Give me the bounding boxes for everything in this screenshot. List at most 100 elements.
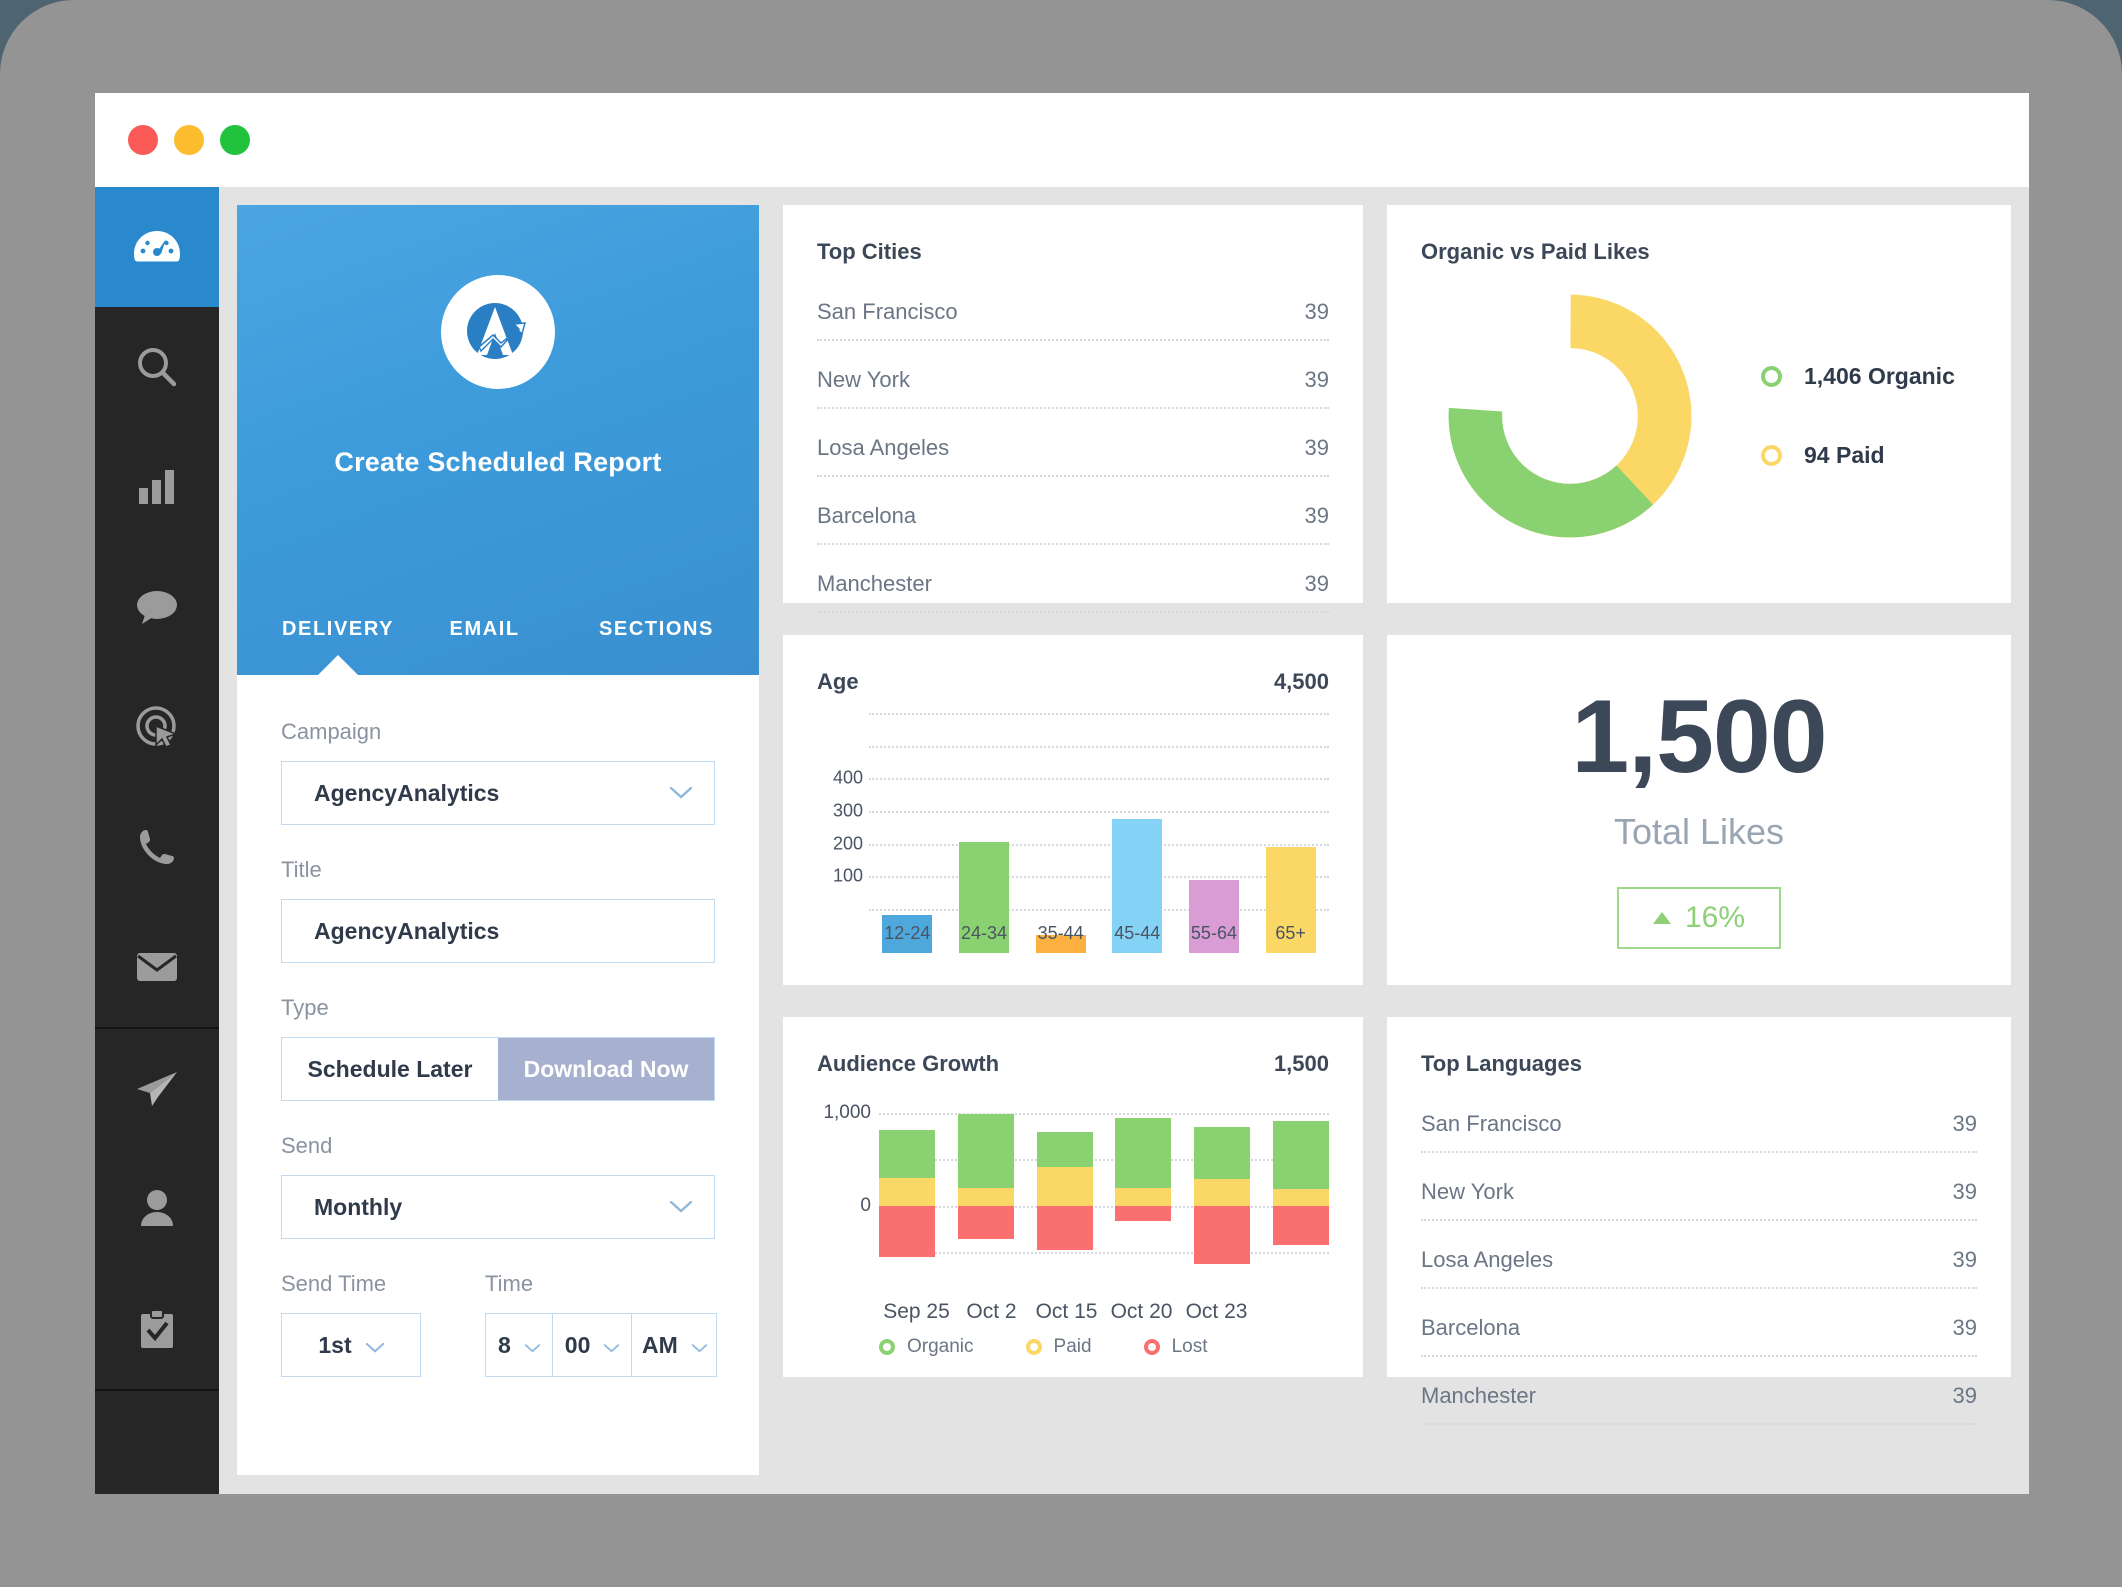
list-item: Barcelona 39 — [817, 503, 1329, 545]
sidebar-item-messages[interactable] — [95, 547, 219, 667]
legend-label: Paid — [1053, 1336, 1092, 1357]
x-axis-tick: Oct 2 — [966, 1300, 1017, 1323]
period-select[interactable]: AM — [631, 1313, 718, 1377]
list-item: San Francisco 39 — [817, 299, 1329, 341]
dashboard-content: Create Scheduled Report DELIVERY EMAIL S… — [219, 187, 2029, 1494]
top-languages-list: San Francisco 39 New York 39 Losa Angeles 39 B… — [1421, 1111, 1977, 1425]
screen-root: Create Scheduled Report DELIVERY EMAIL S… — [0, 0, 2122, 1587]
stacked-bar-series — [879, 1095, 1329, 1270]
sidebar-item-dashboard[interactable] — [95, 187, 219, 307]
agencyanalytics-logo-icon — [467, 303, 527, 359]
sidebar-item-calls[interactable] — [95, 787, 219, 907]
sidebar-item-analytics[interactable] — [95, 427, 219, 547]
sidebar-divider-2 — [95, 1389, 219, 1391]
x-axis-tick: 45-44 — [1114, 923, 1161, 943]
title-field-group: Title AgencyAnalytics — [281, 857, 715, 963]
x-axis-tick: Oct 20 — [1110, 1300, 1173, 1323]
send-time-label: Send Time — [281, 1271, 387, 1296]
tab-email[interactable]: EMAIL — [450, 618, 599, 641]
x-axis-tick: 24-34 — [960, 923, 1007, 943]
title-input[interactable]: AgencyAnalytics — [281, 899, 715, 963]
period-value: AM — [642, 1331, 678, 1358]
x-axis-tick — [1254, 1300, 1329, 1324]
legend-item: Organic — [879, 1336, 974, 1358]
list-item: Manchester 39 — [1421, 1383, 1977, 1425]
campaign-select[interactable]: AgencyAnalytics — [281, 761, 715, 825]
title-label: Title — [281, 857, 322, 882]
organic-legend-label: 1,406 Organic — [1804, 363, 1955, 389]
list-item-label: San Francisco — [817, 299, 958, 324]
active-tab-indicator — [317, 655, 359, 676]
report-tabs: DELIVERY EMAIL SECTIONS — [237, 618, 759, 675]
x-axis-tick: 65+ — [1275, 923, 1306, 943]
agencyanalytics-logo — [441, 275, 555, 389]
left-sidebar — [95, 187, 219, 1494]
sidebar-item-profile[interactable] — [95, 1149, 219, 1269]
audience-growth-card: Audience Growth 1,500 1,000 0 Sep 25 Oct 2 O… — [783, 1017, 1363, 1377]
minimize-window-button[interactable] — [174, 125, 204, 155]
chevron-down-icon — [670, 787, 692, 799]
stack-segment-lost — [1272, 1205, 1329, 1246]
send-label: Send — [281, 1133, 333, 1158]
campaign-field-group: Campaign AgencyAnalytics — [281, 719, 715, 825]
stack-segment-lost — [1036, 1205, 1093, 1250]
list-item-value: 39 — [1952, 1315, 1977, 1340]
send-frequency-select[interactable]: Monthly — [281, 1175, 715, 1239]
chevron-down-icon — [365, 1332, 384, 1359]
schedule-later-button[interactable]: Schedule Later — [282, 1038, 498, 1100]
send-day-select[interactable]: 1st — [281, 1313, 421, 1377]
x-axis-tick: 35-44 — [1037, 923, 1084, 943]
list-item-label: San Francisco — [1421, 1111, 1562, 1136]
y-axis-tick: 100 — [832, 865, 863, 886]
campaign-label: Campaign — [281, 719, 382, 744]
x-axis-tick: 55-64 — [1190, 923, 1237, 943]
sidebar-item-email[interactable] — [95, 907, 219, 1027]
top-cities-list: San Francisco 39 New York 39 Losa Angeles 39 B… — [817, 299, 1329, 613]
minute-select[interactable]: 00 — [551, 1313, 632, 1377]
sidebar-item-tasks[interactable] — [95, 1269, 219, 1389]
sidebar-item-search[interactable] — [95, 307, 219, 427]
middle-column: Top Cities San Francisco 39 New York 39 Losa… — [783, 205, 1363, 1494]
list-item: New York 39 — [817, 367, 1329, 409]
x-axis-tick: Sep 25 — [883, 1300, 950, 1323]
stack-segment-lost — [1115, 1205, 1172, 1222]
age-chart-title: Age — [817, 669, 859, 694]
list-item-label: Manchester — [817, 571, 932, 596]
hour-value: 8 — [498, 1331, 511, 1358]
time-label: Time — [485, 1271, 534, 1296]
total-likes-card: 1,500 Total Likes 16% — [1387, 635, 2011, 985]
stack-segment-organic — [1115, 1118, 1172, 1189]
audience-growth-head: Audience Growth 1,500 — [817, 1051, 1329, 1077]
audience-growth-chart: 1,000 0 Sep 25 Oct 2 Oct 15 Oct 20 Oct 23 — [817, 1095, 1329, 1323]
stacked-bar — [879, 1095, 935, 1270]
stack-segment-organic — [1194, 1127, 1251, 1179]
stacked-bar — [1194, 1095, 1251, 1270]
tab-delivery[interactable]: DELIVERY — [282, 618, 450, 641]
app-body: Create Scheduled Report DELIVERY EMAIL S… — [95, 187, 2029, 1494]
minute-value: 00 — [564, 1331, 591, 1358]
send-time-group: Send Time 1st — [281, 1271, 421, 1377]
y-axis-tick: 0 — [860, 1194, 871, 1216]
stack-segment-organic — [957, 1114, 1014, 1188]
stacked-bar — [1115, 1095, 1172, 1270]
close-window-button[interactable] — [128, 125, 158, 155]
organic-vs-paid-title: Organic vs Paid Likes — [1421, 239, 1650, 264]
paid-color-ring-icon — [1761, 445, 1782, 466]
sidebar-item-campaigns[interactable] — [95, 667, 219, 787]
legend-label: Lost — [1171, 1336, 1208, 1357]
stack-segment-paid — [1036, 1166, 1093, 1206]
y-axis-tick: 1,000 — [823, 1102, 871, 1124]
time-group: Time 8 00 AM — [485, 1271, 718, 1377]
hour-select[interactable]: 8 — [485, 1313, 552, 1377]
target-click-icon — [136, 706, 178, 748]
type-toggle: Schedule Later Download Now — [281, 1037, 715, 1101]
audience-growth-legend: Organic Paid Lost — [817, 1336, 1329, 1358]
sidebar-item-send[interactable] — [95, 1029, 219, 1149]
y-axis-tick: 200 — [832, 833, 863, 854]
create-report-card: Create Scheduled Report DELIVERY EMAIL S… — [237, 205, 759, 676]
bar-chart-icon — [139, 470, 174, 504]
tab-sections[interactable]: SECTIONS — [599, 618, 714, 641]
maximize-window-button[interactable] — [220, 125, 250, 155]
top-languages-card: Top Languages San Francisco 39 New York 39 L… — [1387, 1017, 2011, 1425]
download-now-button[interactable]: Download Now — [498, 1038, 714, 1100]
